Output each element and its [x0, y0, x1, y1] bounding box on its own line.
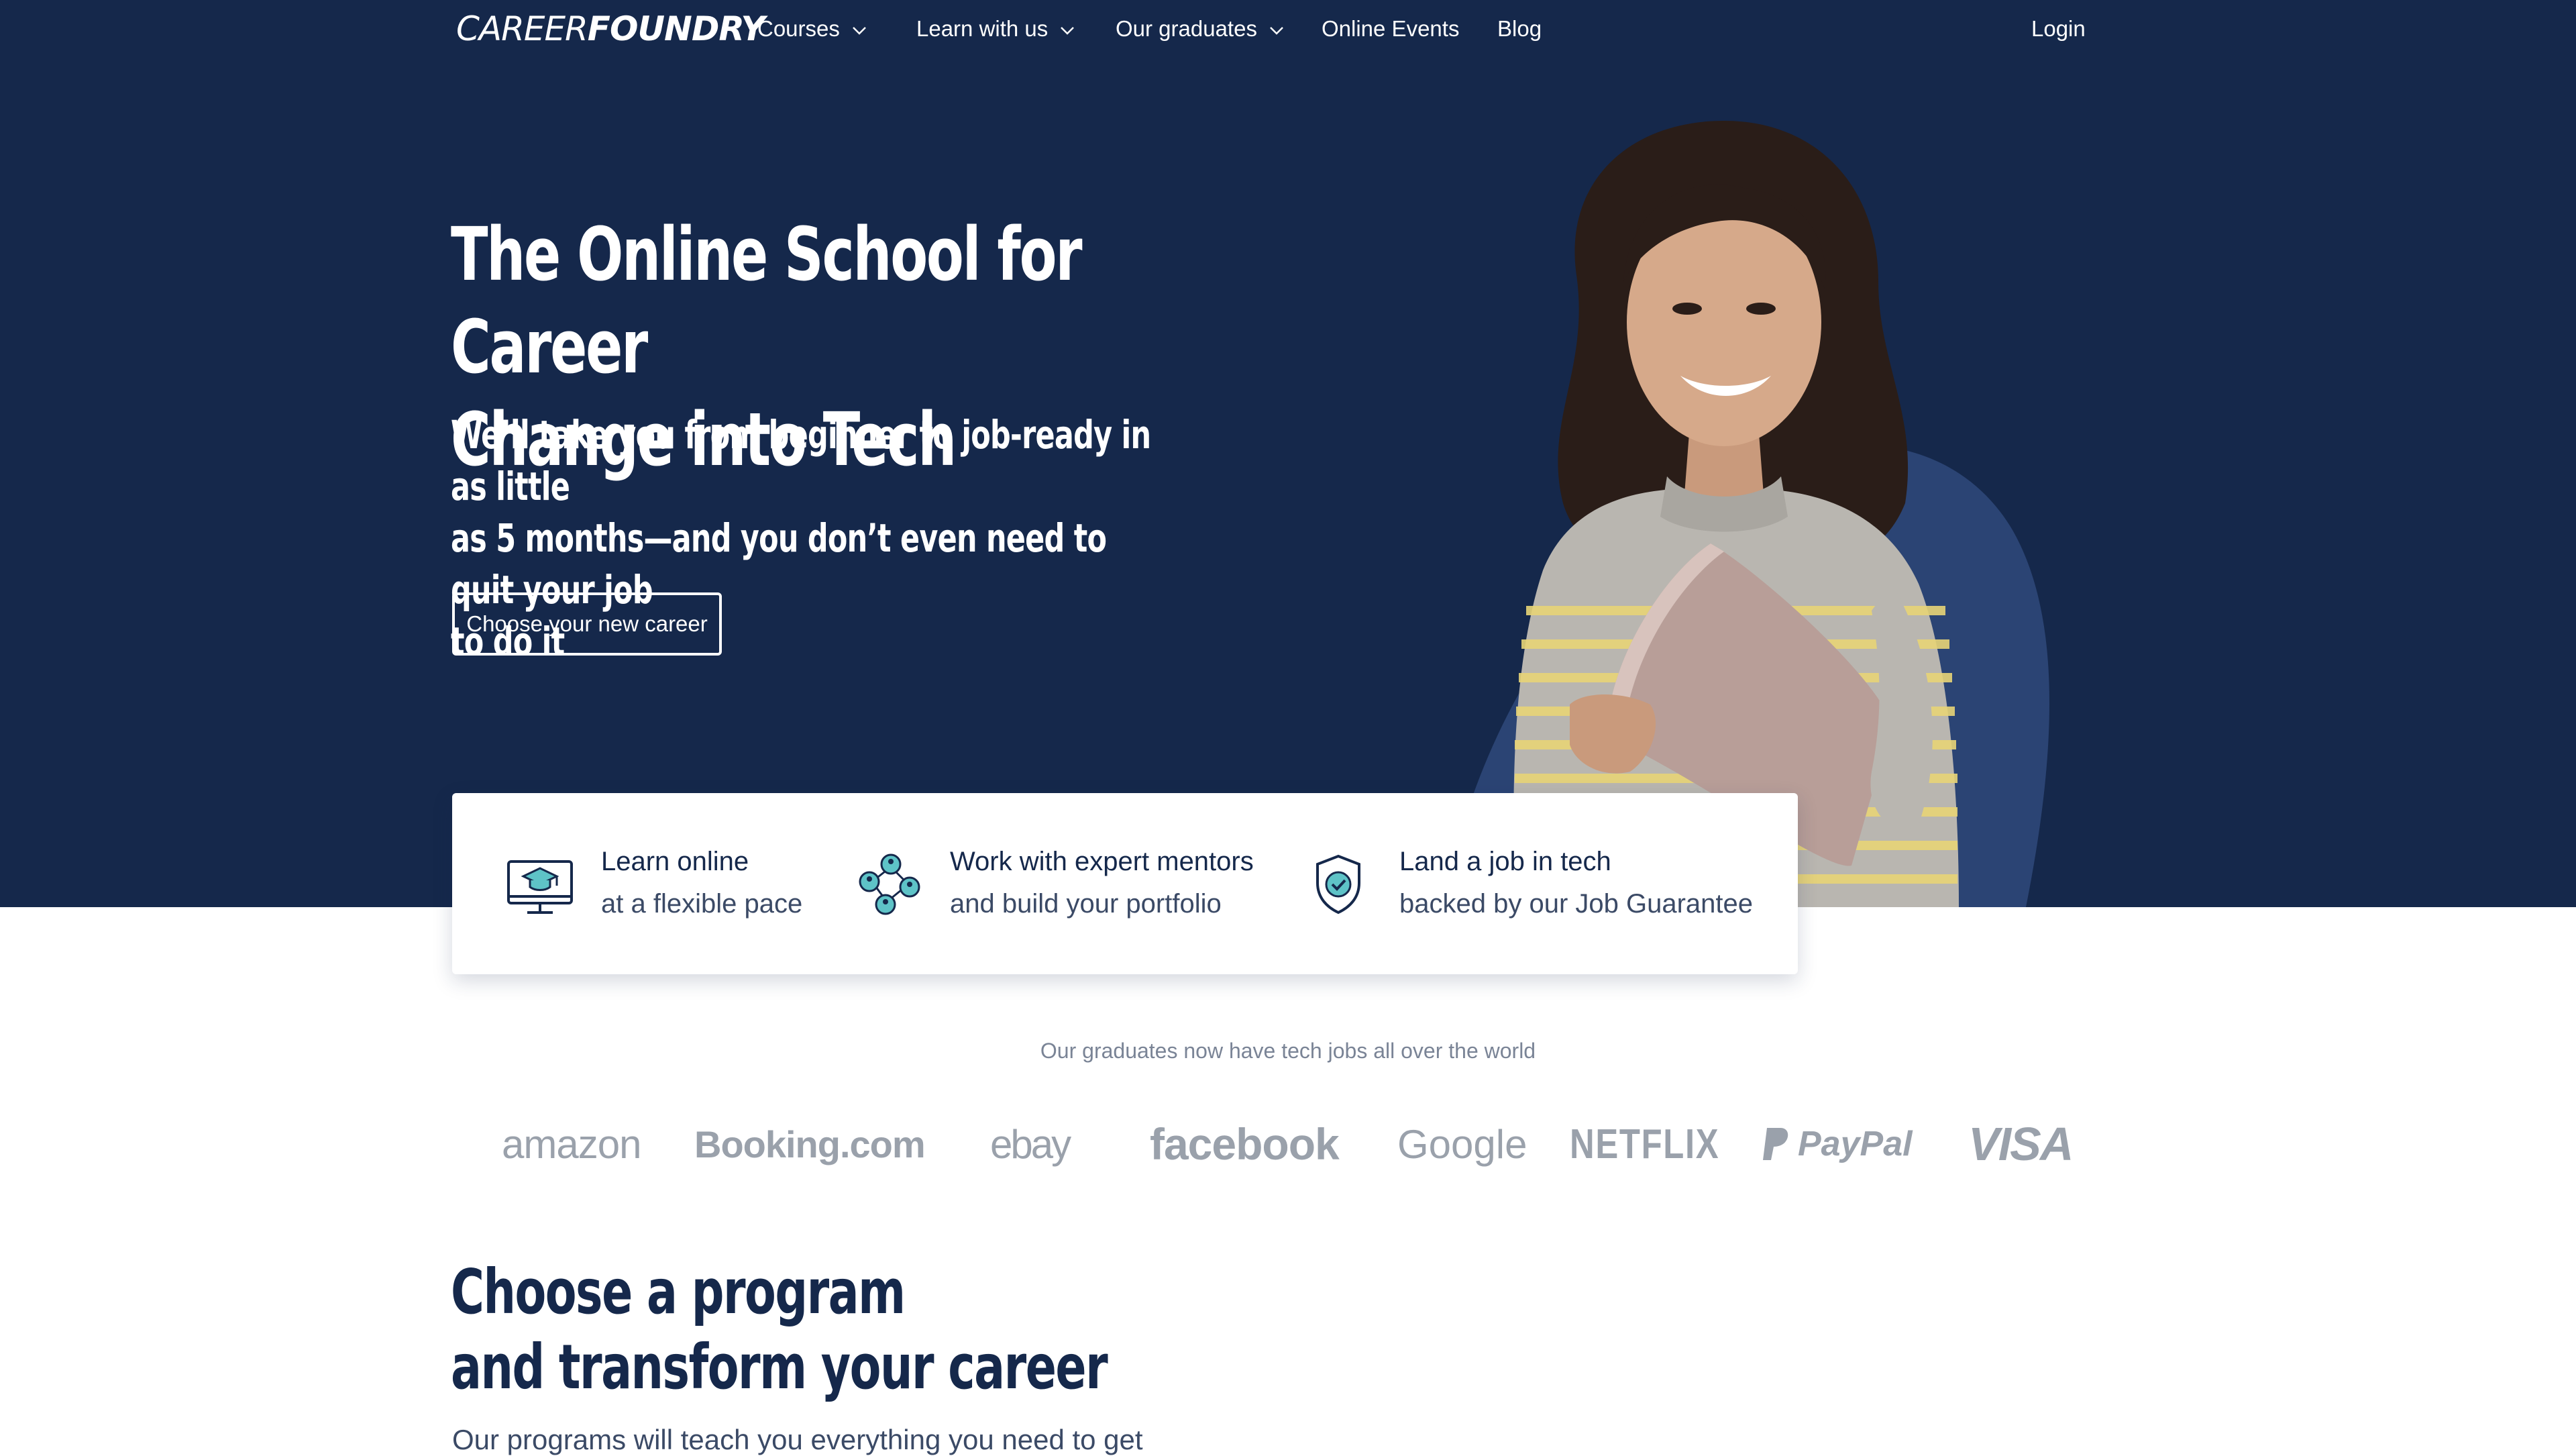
- feature-job-guarantee-title: Land a job in tech: [1399, 847, 1611, 876]
- careerfoundry-logo[interactable]: CAREER FOUNDRY: [456, 9, 765, 48]
- nav-our-graduates[interactable]: Our graduates: [1116, 13, 1285, 44]
- program-title-line2: and transform your career: [451, 1331, 1108, 1403]
- shield-check-icon: [1316, 854, 1360, 915]
- paypal-logo: PayPal: [1760, 1114, 1913, 1174]
- feature-job-guarantee: Land a job in tech backed by our Job Gua…: [1301, 793, 1753, 974]
- paypal-p-icon: [1763, 1128, 1788, 1160]
- nav-learn-with-us-label: Learn with us: [916, 16, 1049, 41]
- booking-logo: Booking.com: [694, 1114, 926, 1174]
- visa-logo-text: VISA: [1968, 1118, 2074, 1170]
- features-card: Learn online at a flexible pace Work wit…: [452, 793, 1798, 974]
- feature-expert-mentors-description: and build your portfolio: [950, 889, 1222, 919]
- top-navigation: CAREER FOUNDRY Courses Learn with us Our …: [0, 0, 2576, 58]
- chevron-down-icon: [1268, 21, 1285, 39]
- nav-learn-with-us[interactable]: Learn with us: [916, 13, 1076, 44]
- nav-courses-label: Courses: [757, 16, 840, 41]
- feature-expert-mentors: Work with expert mentors and build your …: [852, 793, 1254, 974]
- mentors-network-icon: [859, 853, 920, 915]
- feature-learn-online: Learn online at a flexible pace: [503, 793, 802, 974]
- feature-job-guarantee-description: backed by our Job Guarantee: [1399, 889, 1754, 919]
- nav-courses[interactable]: Courses: [757, 13, 868, 44]
- login-link[interactable]: Login: [2031, 13, 2086, 44]
- logo-text-foundry: FOUNDRY: [587, 9, 765, 48]
- booking-logo-text: Booking.com: [694, 1123, 926, 1165]
- chevron-down-icon: [1059, 21, 1076, 39]
- paypal-logo-text: PayPal: [1798, 1125, 1913, 1163]
- nav-blog[interactable]: Blog: [1497, 13, 1542, 44]
- google-logo-text: Google: [1397, 1121, 1527, 1167]
- hero-section: CAREER FOUNDRY Courses Learn with us Our …: [0, 0, 2576, 907]
- netflix-logo-text: NETFLIX: [1570, 1121, 1720, 1167]
- nav-blog-label: Blog: [1497, 16, 1542, 41]
- program-section-title: Choose a program and transform your care…: [451, 1255, 1245, 1405]
- feature-expert-mentors-title: Work with expert mentors: [950, 847, 1254, 876]
- facebook-logo: facebook: [1150, 1114, 1340, 1174]
- hero-subtitle-line1: We’ll take you from beginner to job-read…: [451, 412, 1151, 509]
- ebay-logo-text: ebay: [990, 1121, 1071, 1167]
- hero-title-line1: The Online School for Career: [451, 211, 1082, 390]
- program-section-subtitle: Our programs will teach you everything y…: [452, 1424, 1143, 1455]
- nav-online-events[interactable]: Online Events: [1322, 13, 1459, 44]
- login-label: Login: [2031, 16, 2086, 41]
- nav-our-graduates-label: Our graduates: [1116, 16, 1257, 41]
- netflix-logo: NETFLIX: [1570, 1114, 1719, 1174]
- amazon-logo: amazon: [502, 1114, 641, 1174]
- feature-learn-online-description: at a flexible pace: [601, 889, 803, 919]
- logo-text-career: CAREER: [456, 9, 588, 48]
- program-title-line1: Choose a program: [451, 1256, 906, 1328]
- hero-portrait-image: [1442, 121, 2049, 907]
- monitor-graduation-icon: [507, 860, 573, 914]
- graduates-caption: Our graduates now have tech jobs all ove…: [1040, 1039, 1536, 1063]
- feature-learn-online-title: Learn online: [601, 847, 749, 876]
- nav-online-events-label: Online Events: [1322, 16, 1460, 41]
- google-logo: Google: [1397, 1114, 1527, 1174]
- amazon-logo-text: amazon: [502, 1121, 641, 1167]
- facebook-logo-text: facebook: [1150, 1119, 1340, 1169]
- choose-career-button[interactable]: Choose your new career: [452, 592, 722, 656]
- visa-logo: VISA: [1968, 1114, 2074, 1174]
- chevron-down-icon: [851, 21, 868, 39]
- ebay-logo: ebay: [990, 1114, 1071, 1174]
